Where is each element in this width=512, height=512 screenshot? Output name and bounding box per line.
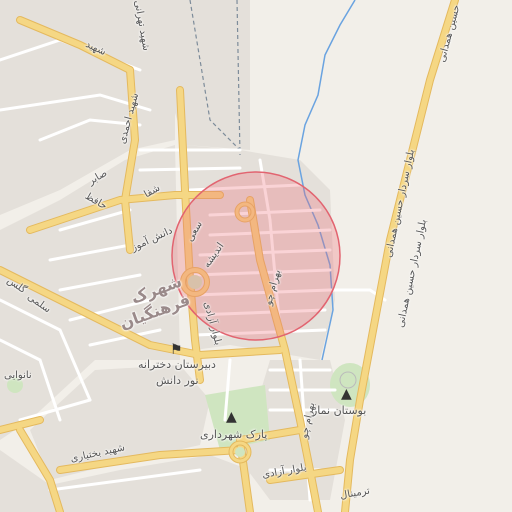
highlight-radius-circle[interactable] bbox=[171, 171, 341, 341]
poi-label: نور دانش bbox=[156, 374, 199, 387]
map-canvas[interactable]: شهید شهید تهرانی شهید احمدی صابر حافظ شف… bbox=[0, 0, 512, 512]
poi-label: پارک شهرداری bbox=[200, 428, 268, 441]
poi-label: دبیرستان دخترانه bbox=[138, 358, 216, 371]
poi-label: بوستان نماز bbox=[312, 404, 367, 417]
school-icon[interactable]: ⚑ bbox=[170, 343, 183, 357]
poi-label: نانوایی bbox=[4, 370, 32, 381]
tree-icon[interactable]: ▲ bbox=[341, 387, 352, 401]
tree-icon[interactable]: ▲ bbox=[226, 410, 237, 424]
